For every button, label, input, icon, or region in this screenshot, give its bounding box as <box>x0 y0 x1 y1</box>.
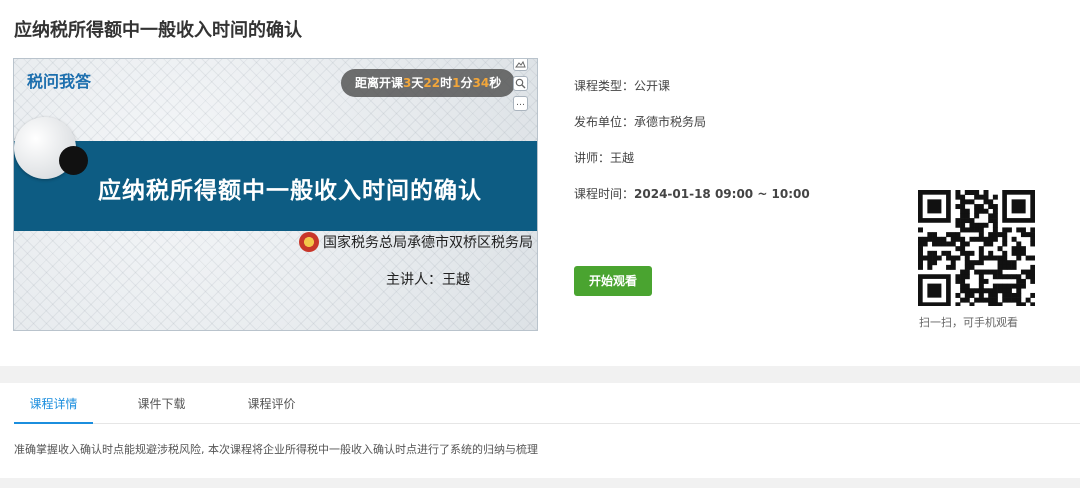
countdown-days-unit: 天 <box>411 76 424 90</box>
banner-title: 应纳税所得额中一般收入时间的确认 <box>98 178 482 204</box>
countdown-minutes-unit: 分 <box>460 76 473 90</box>
footer-divider <box>0 478 1080 488</box>
qr-caption: 扫一扫，可手机观看 <box>919 316 1018 329</box>
info-course-type: 课程类型：公开课 <box>574 79 671 93</box>
speaker-name: 主讲人：王越 <box>386 272 470 288</box>
slide-banner: 应纳税所得额中一般收入时间的确认 <box>14 141 537 231</box>
organization-line: 国家税务总局承德市双桥区税务局 <box>299 232 533 252</box>
info-course-time: 课程时间：2024-01-18 09:00 ~ 10:00 <box>574 187 810 201</box>
image-icon[interactable] <box>513 59 528 71</box>
countdown-seconds: 34 <box>472 76 490 90</box>
zoom-icon[interactable] <box>513 76 528 91</box>
countdown-seconds-unit: 秒 <box>489 76 502 90</box>
course-page: 应纳税所得额中一般收入时间的确认 税问我答 距离开课3天22时1分34秒 … 应… <box>0 0 1080 488</box>
countdown-timer: 距离开课3天22时1分34秒 <box>341 69 516 97</box>
more-icon[interactable]: … <box>513 96 528 111</box>
tax-emblem-icon <box>299 232 319 252</box>
countdown-hours-unit: 时 <box>440 76 453 90</box>
video-player[interactable]: 税问我答 距离开课3天22时1分34秒 … 应纳税所得额中一般收入时间的确认 国… <box>13 58 538 331</box>
brand-logo-text: 税问我答 <box>27 72 92 91</box>
qr-code-icon <box>918 190 1035 306</box>
tab-course-details[interactable]: 课程详情 <box>14 383 93 424</box>
info-publisher: 发布单位：承德市税务局 <box>574 115 707 129</box>
start-watching-button[interactable]: 开始观看 <box>574 266 652 296</box>
countdown-prefix: 距离开课 <box>355 76 404 90</box>
course-info: 课程类型：公开课 发布单位：承德市税务局 讲师：王越 课程时间：2024-01-… <box>574 78 810 222</box>
organization-name: 国家税务总局承德市双桥区税务局 <box>323 235 533 251</box>
info-lecturer: 讲师：王越 <box>574 151 635 165</box>
tab-course-review[interactable]: 课程评价 <box>232 383 311 424</box>
tab-courseware-download[interactable]: 课件下载 <box>122 383 201 424</box>
page-title: 应纳税所得额中一般收入时间的确认 <box>14 20 302 41</box>
course-tabs: 课程详情 课件下载 课程评价 <box>14 383 1080 424</box>
countdown-hours: 22 <box>423 76 441 90</box>
section-divider <box>0 366 1080 383</box>
player-toolbar: … <box>513 59 529 116</box>
course-description: 准确掌握收入确认时点能规避涉税风险, 本次课程将企业所得税中一般收入确认时点进行… <box>14 443 538 456</box>
decorative-circle-black <box>59 146 88 175</box>
